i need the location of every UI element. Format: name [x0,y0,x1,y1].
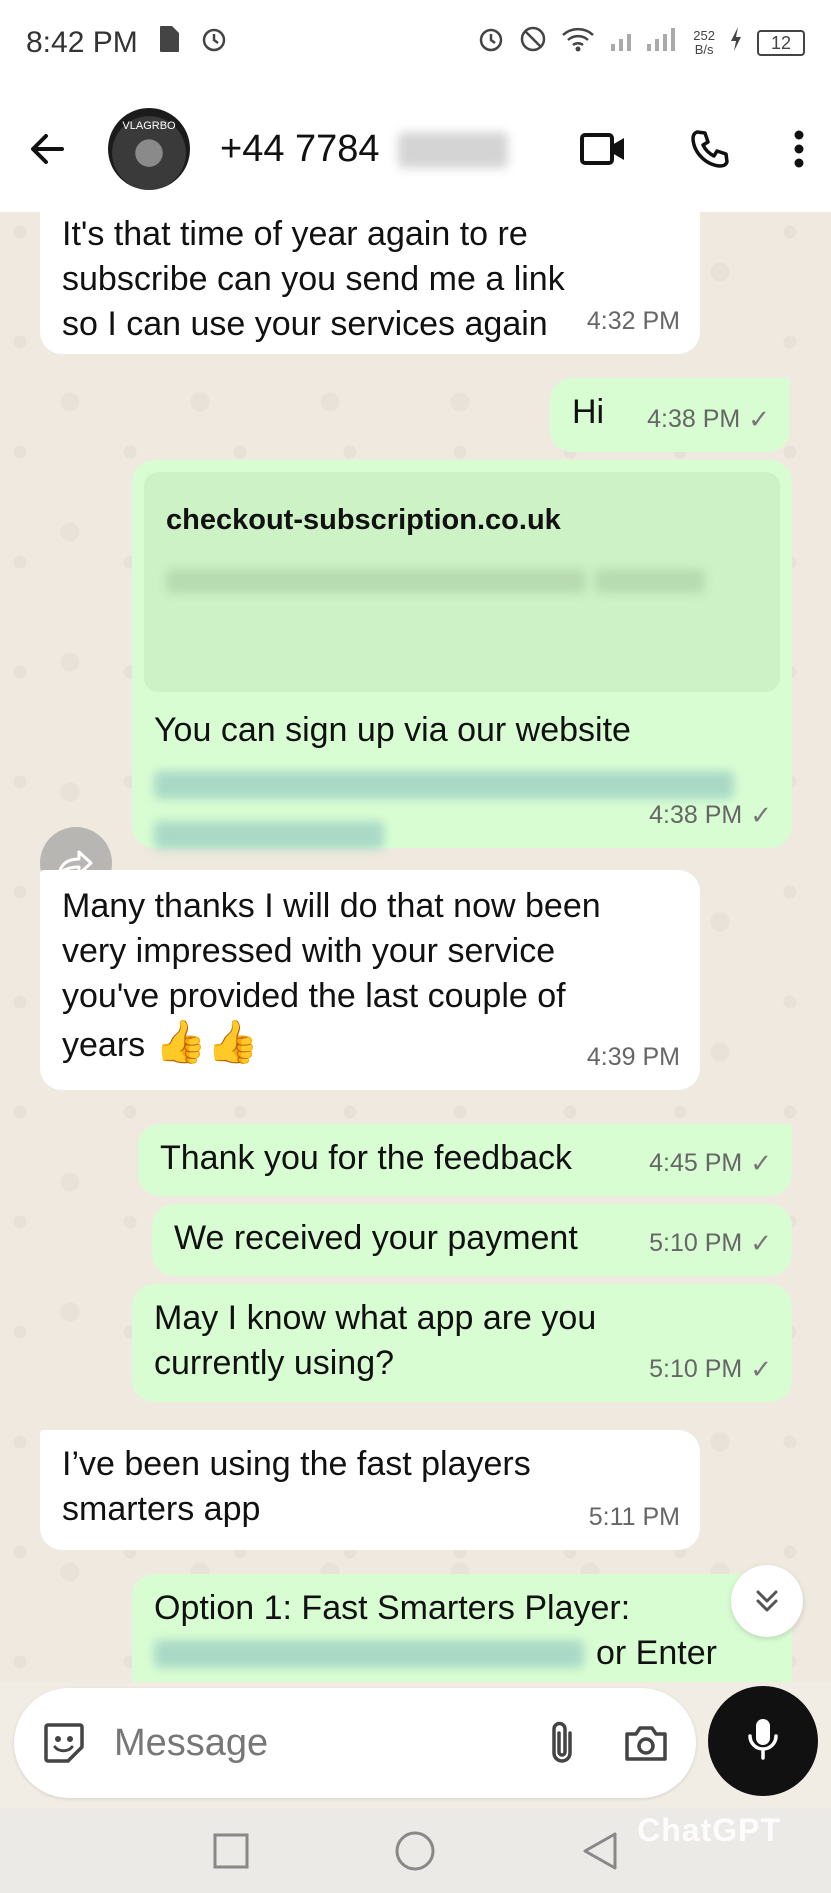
message-bubble-outgoing[interactable]: May I know what app are you currently us… [132,1284,792,1402]
video-call-icon[interactable] [579,131,627,167]
thumbs-up-emoji: 👍👍 [154,1018,260,1065]
contact-avatar[interactable]: VLAGRBO [108,108,190,190]
scroll-to-bottom-button[interactable] [731,1565,803,1637]
message-text: May I know what app are you currently us… [154,1299,597,1382]
back-arrow-icon[interactable] [26,128,68,170]
link-preview-title: checkout-subscription.co.uk [166,504,561,536]
sticker-icon[interactable] [40,1719,88,1767]
contact-number-text: +44 7784 [220,127,380,170]
message-bubble-outgoing[interactable]: We received your payment 5:10 PM ✓ [152,1204,792,1276]
camera-icon[interactable] [622,1722,670,1764]
message-bubble-outgoing[interactable]: Thank you for the feedback 4:45 PM ✓ [138,1124,792,1196]
link-preview-card[interactable]: checkout-subscription.co.uk [144,472,780,692]
signal-icon [609,26,679,60]
message-bubble-outgoing[interactable]: Hi 4:38 PM ✓ [550,378,790,452]
redacted-link-preview [166,569,586,593]
redacted-link [154,1639,584,1668]
alarm-icon [200,25,228,61]
message-time: 4:38 PM ✓ [649,793,772,838]
message-input[interactable] [114,1721,484,1765]
message-text: Many thanks I will do that now been very… [62,887,601,1064]
message-bubble-incoming[interactable]: Many thanks I will do that now been very… [40,870,700,1090]
watermark: ChatGPT [637,1812,781,1848]
charging-icon [729,26,743,60]
message-time: 4:39 PM [587,1035,680,1080]
message-text: It's that time of year again to re subsc… [62,215,565,343]
sim-card-icon [158,25,180,61]
back-button[interactable] [581,1830,619,1872]
message-time: 4:45 PM ✓ [649,1141,772,1186]
contact-number[interactable]: +44 7784 [220,127,509,171]
recent-apps-button[interactable] [212,1832,250,1870]
message-time-text: 5:11 PM [588,1503,680,1531]
sent-check-icon: ✓ [750,1354,772,1384]
attachment-icon[interactable] [546,1719,578,1767]
message-time-text: 4:39 PM [586,1043,680,1071]
message-time-text: 5:10 PM [649,1229,743,1257]
status-time: 8:42 PM [26,26,138,59]
sent-check-icon: ✓ [750,800,772,830]
avatar-logo-text: VLAGRBO [122,120,176,132]
message-time: 5:10 PM ✓ [649,1221,772,1266]
message-bubble-outgoing[interactable]: checkout-subscription.co.uk You can sign… [132,460,792,849]
message-text: Thank you for the feedback [160,1139,573,1177]
sent-check-icon: ✓ [750,1228,772,1258]
sent-check-icon: ✓ [748,404,770,434]
redacted-link-preview [595,569,706,593]
sent-check-icon: ✓ [750,1148,772,1178]
network-speed-unit: B/s [694,42,714,57]
voice-call-icon[interactable] [689,128,731,170]
message-time: 4:32 PM [587,299,680,344]
message-composer [14,1688,696,1798]
redacted-link [154,821,384,849]
alarm-icon [477,25,505,61]
chat-area[interactable]: It's that time of year again to re subsc… [0,212,831,1682]
message-bubble-incoming[interactable]: It's that time of year again to re subsc… [40,212,700,354]
battery-indicator: 12 [757,30,805,56]
status-bar: 8:42 PM 252 B/s 12 [0,0,831,86]
message-bubble-incoming[interactable]: I’ve been using the fast players smarter… [40,1430,700,1550]
message-text-tail: or Enter [596,1634,717,1672]
network-speed-value: 252 [693,28,715,43]
network-speed: 252 B/s [693,29,715,57]
microphone-icon [745,1716,781,1767]
message-text: Hi [572,393,605,431]
message-time: 5:10 PM ✓ [649,1347,772,1392]
do-not-disturb-icon [519,25,547,61]
message-text: Option 1: Fast Smarters Player: [154,1589,631,1627]
message-time-text: 5:10 PM [649,1355,743,1383]
wifi-icon [561,25,595,61]
chat-header: VLAGRBO +44 7784 [0,86,831,212]
message-time: 4:38 PM ✓ [647,397,770,442]
voice-message-button[interactable] [708,1686,818,1796]
message-time-text: 4:32 PM [586,307,680,335]
message-text: I’ve been using the fast players smarter… [62,1445,531,1528]
message-time-text: 4:38 PM [647,405,741,433]
message-time: 5:11 PM [589,1495,680,1540]
message-time-text: 4:45 PM [649,1149,743,1177]
redacted-link [154,771,734,799]
message-bubble-outgoing[interactable]: Option 1: Fast Smarters Player: or Enter [132,1574,792,1682]
message-text: We received your payment [174,1219,578,1257]
more-options-icon[interactable] [793,129,805,169]
message-text: You can sign up via our website [154,711,631,749]
message-time-text: 4:38 PM [649,801,743,829]
home-button[interactable] [394,1830,436,1872]
redacted-number [398,132,509,169]
